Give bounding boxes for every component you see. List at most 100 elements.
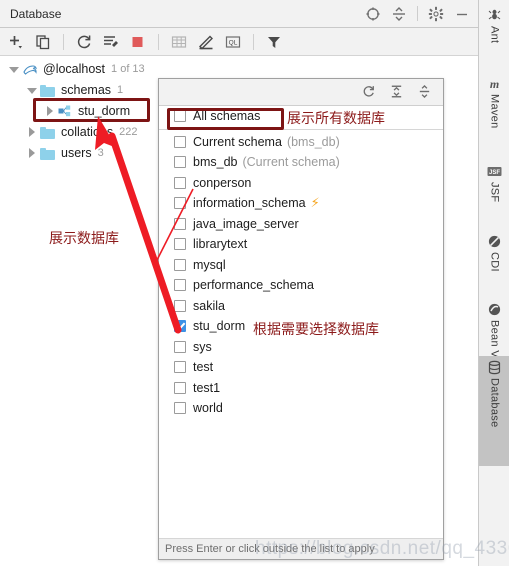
tab-cdi-label: CDI <box>488 252 501 272</box>
tab-database[interactable]: Database <box>479 356 509 466</box>
stop-button[interactable] <box>129 33 147 51</box>
toolbar-divider-2 <box>158 33 159 50</box>
node-localhost-label: @localhost <box>43 62 106 76</box>
schema-option-performance-schema[interactable]: performance_schema <box>159 275 443 296</box>
jsf-badge-icon: JSF <box>487 164 502 179</box>
checkbox[interactable] <box>174 279 186 292</box>
schema-option-java-image-server[interactable]: java_image_server <box>159 214 443 235</box>
svg-text:m: m <box>490 77 499 91</box>
node-localhost-count: 1 of 13 <box>111 63 145 75</box>
refresh-button[interactable] <box>75 33 93 51</box>
schema-icon <box>58 105 73 118</box>
node-users-count: 3 <box>97 147 104 159</box>
modify-pencil-button[interactable] <box>197 33 215 51</box>
checkbox[interactable] <box>174 299 186 312</box>
query-console-button[interactable]: QL <box>224 33 242 51</box>
schema-label: test <box>193 360 214 375</box>
schema-option-current-schema[interactable]: Current schema (bms_db) <box>159 132 443 153</box>
checkbox[interactable] <box>174 156 186 169</box>
checkbox[interactable] <box>174 135 186 148</box>
titlebar-actions <box>365 6 470 22</box>
schema-label: stu_dorm <box>193 319 246 334</box>
schema-label: Current schema <box>193 134 282 149</box>
schema-option-conperson[interactable]: conperson <box>159 173 443 194</box>
checkbox[interactable] <box>174 258 186 271</box>
schema-label: java_image_server <box>193 216 299 231</box>
table-editor-button[interactable] <box>170 33 188 51</box>
svg-text:QL: QL <box>229 39 238 46</box>
schema-option-all-schemas[interactable]: All schemas <box>159 106 443 127</box>
schema-option-sakila[interactable]: sakila <box>159 296 443 317</box>
checkbox[interactable] <box>174 176 186 189</box>
checkbox[interactable] <box>174 217 186 230</box>
bean-validation-icon <box>487 302 502 317</box>
scroll-to-source-icon[interactable] <box>365 6 381 22</box>
collapse-arrow-icon[interactable] <box>26 147 37 159</box>
cdi-icon <box>487 234 502 249</box>
synchronize-button[interactable] <box>102 33 120 51</box>
schema-option-test[interactable]: test <box>159 357 443 378</box>
settings-gear-icon[interactable] <box>428 6 444 22</box>
checkbox[interactable] <box>174 361 186 374</box>
schema-label: librarytext <box>193 237 248 252</box>
titlebar-divider <box>417 6 418 21</box>
schema-option-stu-dorm[interactable]: stu_dorm <box>159 316 443 337</box>
add-data-source-button[interactable] <box>7 33 25 51</box>
schema-option-bms-db[interactable]: bms_db (Current schema) <box>159 152 443 173</box>
schema-chooser-popup: All schemas Current schema (bms_db) bms_… <box>158 78 444 560</box>
schema-option-world[interactable]: world <box>159 398 443 419</box>
footer-hint: Press Enter or click outside the list to… <box>165 543 375 555</box>
tab-maven-label: Maven <box>488 94 501 129</box>
checkbox[interactable] <box>174 110 186 123</box>
expand-arrow-icon[interactable] <box>8 64 19 75</box>
collapse-arrow-icon[interactable] <box>26 126 37 138</box>
checkbox[interactable] <box>174 197 186 210</box>
popup-collapse-all-icon[interactable] <box>417 84 433 100</box>
svg-text:JSF: JSF <box>489 170 500 176</box>
minimize-icon[interactable] <box>454 6 470 22</box>
node-collations-label: collations <box>61 125 114 139</box>
checkbox[interactable] <box>174 340 186 353</box>
checkbox[interactable] <box>174 238 186 251</box>
folder-icon <box>40 84 56 97</box>
checkbox-checked[interactable] <box>174 320 186 333</box>
tab-maven[interactable]: m Maven <box>479 72 509 129</box>
tab-ant-label: Ant <box>488 26 501 44</box>
node-collations-count: 222 <box>119 126 138 138</box>
schema-option-sys[interactable]: sys <box>159 337 443 358</box>
list-divider <box>159 128 443 130</box>
schema-option-information-schema[interactable]: information_schema ⚡ <box>159 193 443 214</box>
tab-database-label: Database <box>488 378 501 428</box>
node-users[interactable]: users 3 <box>26 143 104 163</box>
filter-button[interactable] <box>265 33 283 51</box>
tab-jsf[interactable]: JSF JSF <box>479 160 509 202</box>
right-tool-strip: Ant m Maven JSF JSF CDI Bean Validation <box>478 0 509 566</box>
collapse-arrow-icon[interactable] <box>44 105 55 117</box>
toolbar-divider <box>63 33 64 50</box>
schema-option-list[interactable]: All schemas Current schema (bms_db) bms_… <box>159 106 443 538</box>
collapse-all-icon[interactable] <box>391 6 407 22</box>
node-collations[interactable]: collations 222 <box>26 122 137 142</box>
popup-refresh-icon[interactable] <box>361 84 377 100</box>
schema-option-librarytext[interactable]: librarytext <box>159 234 443 255</box>
node-localhost[interactable]: @localhost 1 of 13 <box>8 59 145 79</box>
popup-expand-all-icon[interactable] <box>389 84 405 100</box>
schema-option-test1[interactable]: test1 <box>159 378 443 399</box>
tab-ant[interactable]: Ant <box>479 4 509 43</box>
node-stu-dorm[interactable]: stu_dorm <box>44 101 130 121</box>
maven-m-icon: m <box>487 76 502 91</box>
duplicate-button[interactable] <box>34 33 52 51</box>
lightning-bolt-icon: ⚡ <box>310 195 320 211</box>
database-icon <box>487 360 502 375</box>
checkbox[interactable] <box>174 402 186 415</box>
tab-cdi[interactable]: CDI <box>479 230 509 272</box>
ant-icon <box>487 8 502 23</box>
schema-label: world <box>193 401 223 416</box>
tab-jsf-label: JSF <box>488 182 501 203</box>
node-schemas-count: 1 <box>117 84 124 96</box>
schema-option-mysql[interactable]: mysql <box>159 255 443 276</box>
checkbox[interactable] <box>174 381 186 394</box>
node-schemas[interactable]: schemas 1 <box>26 80 123 100</box>
schema-note: (bms_db) <box>286 134 340 149</box>
expand-arrow-icon[interactable] <box>26 85 37 96</box>
